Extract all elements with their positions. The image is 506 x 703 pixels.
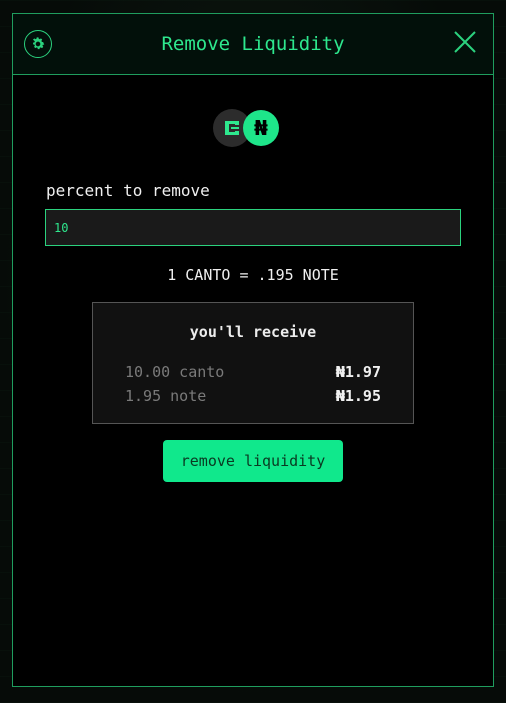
receive-token-name: 1.95 note [125, 387, 207, 405]
close-button[interactable] [453, 30, 477, 54]
modal-title: Remove Liquidity [161, 33, 345, 55]
exchange-rate: 1 CANTO = .195 NOTE [167, 266, 339, 284]
receive-title: you'll receive [189, 323, 317, 341]
remove-liquidity-modal: Remove Liquidity ₦ percent to remove 1 C… [12, 13, 494, 687]
receive-token-amount: ₦1.95 [335, 387, 381, 405]
percent-label: percent to remove [46, 181, 210, 200]
remove-liquidity-button[interactable]: remove liquidity [163, 440, 343, 482]
modal-header: Remove Liquidity [13, 14, 493, 75]
token-pair-icons: ₦ [213, 109, 279, 147]
receive-row: 10.00 canto ₦1.97 [125, 363, 381, 383]
receive-token-name: 10.00 canto [125, 363, 225, 381]
receive-row: 1.95 note ₦1.95 [125, 387, 381, 407]
note-token-icon: ₦ [243, 110, 279, 146]
receive-token-amount: ₦1.97 [335, 363, 381, 381]
receive-summary: you'll receive 10.00 canto ₦1.97 1.95 no… [92, 302, 414, 424]
close-icon [454, 31, 476, 53]
percent-input[interactable] [45, 209, 461, 246]
